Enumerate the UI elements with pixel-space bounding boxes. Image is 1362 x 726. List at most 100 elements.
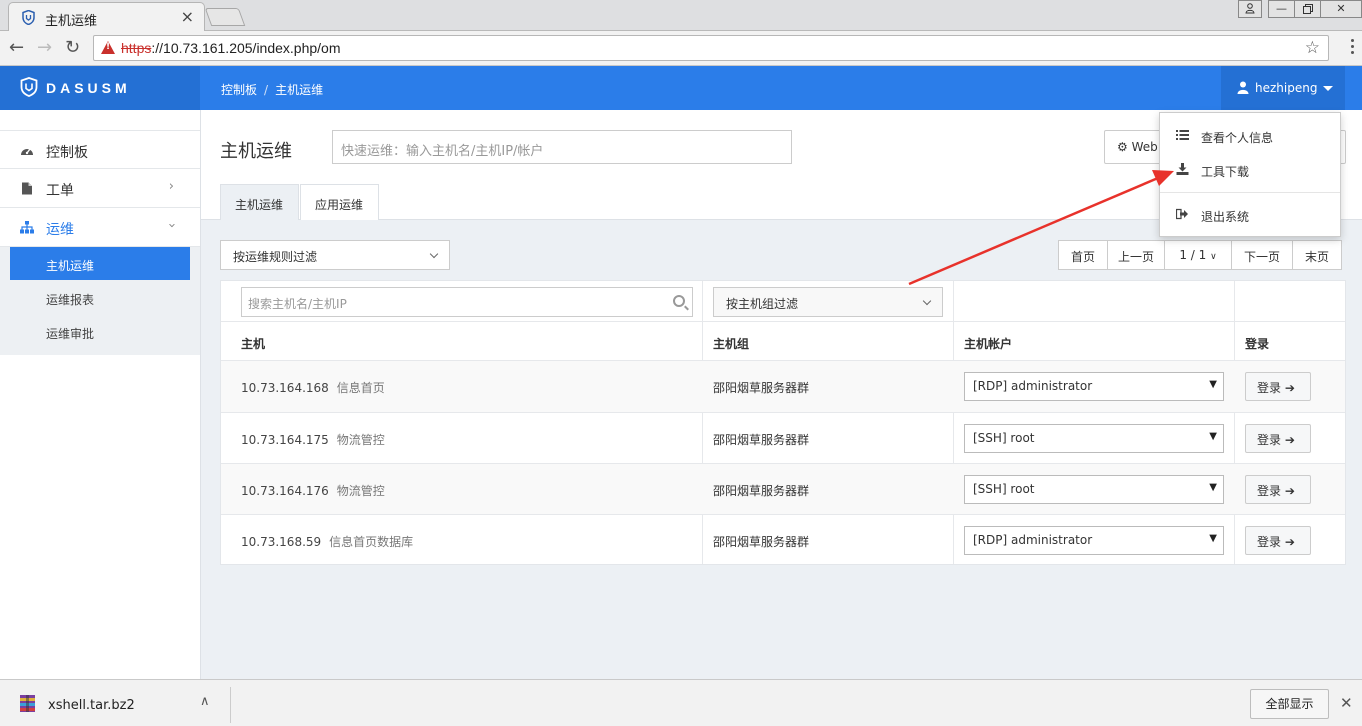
sidebar: 控制板 工单 › 运维 › 主机运维 运维报表 运维审批 [0, 110, 201, 679]
login-button[interactable]: 登录 ➔ [1245, 475, 1311, 504]
quick-ops-input[interactable]: 快速运维：输入主机名/主机IP/帐户 [332, 130, 792, 164]
sign-in-icon: ➔ [1284, 535, 1295, 549]
host-ip: 10.73.164.175 [241, 433, 329, 447]
url-bar[interactable]: ! https://10.73.161.205/index.php/om ☆ [93, 35, 1329, 61]
table-row: 10.73.164.175 物流管控 邵阳烟草服务器群 [SSH] root ▼ 登… [221, 413, 1345, 464]
minimize-button[interactable]: — [1268, 0, 1295, 18]
sidebar-item-label: 运维 [46, 222, 74, 238]
brand[interactable]: DASUSM [0, 66, 200, 110]
gear-icon: ⚙ [1117, 140, 1128, 154]
page-select[interactable]: 1 / 1 ∨ [1164, 240, 1232, 270]
new-tab-button[interactable] [204, 8, 246, 26]
menu-item-profile[interactable]: 查看个人信息 [1160, 121, 1340, 151]
sidebar-item-workorder[interactable]: 工单 › [0, 169, 200, 208]
user-dropdown-menu: 查看个人信息 工具下载 退出系统 [1159, 112, 1341, 237]
login-button[interactable]: 登录 ➔ [1245, 526, 1311, 555]
account-select[interactable]: [SSH] root ▼ [964, 475, 1224, 504]
sitemap-icon [20, 221, 34, 234]
login-button[interactable]: 登录 ➔ [1245, 372, 1311, 401]
logo-shield-icon [20, 77, 38, 97]
menu-item-label: 查看个人信息 [1201, 131, 1274, 145]
menu-item-logout[interactable]: 退出系统 [1160, 200, 1340, 230]
sidebar-item-operations[interactable]: 运维 › [0, 208, 200, 247]
column-header-host: 主机 [241, 337, 266, 351]
column-header-group: 主机组 [713, 337, 750, 351]
caret-down-icon [1323, 86, 1333, 91]
menu-divider [1160, 192, 1340, 193]
pagination: 首页 上一页 1 / 1 ∨ 下一页 末页 [1058, 240, 1342, 270]
restore-button[interactable] [1294, 0, 1321, 18]
bookmark-star-icon[interactable]: ☆ [1305, 38, 1320, 58]
menu-item-label: 工具下载 [1201, 165, 1250, 179]
page-prev-button[interactable]: 上一页 [1107, 240, 1165, 270]
profile-icon[interactable] [1238, 0, 1262, 18]
sign-in-icon: ➔ [1284, 433, 1295, 447]
close-icon[interactable]: ✕ [1340, 694, 1353, 712]
dropdown-arrow-icon: ▼ [1209, 379, 1217, 390]
list-icon [1176, 130, 1189, 140]
host-group: 邵阳烟草服务器群 [713, 433, 810, 447]
menu-item-tool-download[interactable]: 工具下载 [1160, 155, 1340, 185]
caret-down-icon: ∨ [1210, 252, 1217, 262]
user-menu-button[interactable]: hezhipeng [1221, 66, 1345, 110]
login-button[interactable]: 登录 ➔ [1245, 424, 1311, 453]
tab-host-ops[interactable]: 主机运维 [220, 184, 299, 220]
host-name: 物流管控 [336, 484, 385, 498]
web-button-label: Web [1131, 140, 1158, 154]
rule-filter-select[interactable]: 按运维规则过滤 [220, 240, 450, 270]
host-search-input[interactable]: 搜索主机名/主机IP [241, 287, 693, 317]
document-icon [22, 182, 32, 195]
breadcrumb-current: 主机运维 [275, 83, 324, 97]
chevron-right-icon: › [168, 179, 174, 194]
account-select[interactable]: [SSH] root ▼ [964, 424, 1224, 453]
host-ip: 10.73.164.176 [241, 484, 329, 498]
browser-tab-strip: 主机运维 × — ✕ [0, 0, 1362, 32]
breadcrumb: 控制板 / 主机运维 [221, 83, 324, 97]
dropdown-arrow-icon: ▼ [1209, 482, 1217, 493]
sidebar-subitem-ops-approval[interactable]: 运维审批 [10, 315, 190, 348]
sign-in-icon: ➔ [1284, 381, 1295, 395]
account-select[interactable]: [RDP] administrator ▼ [964, 526, 1224, 555]
close-window-button[interactable]: ✕ [1320, 0, 1362, 18]
browser-menu-icon[interactable] [1351, 39, 1355, 57]
sidebar-subitem-ops-report[interactable]: 运维报表 [10, 281, 190, 314]
reload-icon[interactable]: ↻ [65, 37, 80, 58]
back-icon[interactable]: ← [9, 37, 24, 58]
page-next-button[interactable]: 下一页 [1231, 240, 1293, 270]
download-file-name[interactable]: xshell.tar.bz2 [48, 698, 135, 713]
address-toolbar: ← → ↻ ! https://10.73.161.205/index.php/… [0, 31, 1362, 66]
browser-tab[interactable]: 主机运维 × [8, 2, 205, 32]
rule-filter-label: 按运维规则过滤 [233, 250, 318, 264]
search-icon [673, 295, 685, 307]
app-header: DASUSM 控制板 / 主机运维 hezhipeng [0, 66, 1362, 110]
show-all-downloads-button[interactable]: 全部显示 [1250, 689, 1329, 719]
shield-icon [22, 10, 35, 25]
page-first-button[interactable]: 首页 [1058, 240, 1108, 270]
download-bar: xshell.tar.bz2 ∧ 全部显示 ✕ [0, 679, 1362, 726]
sidebar-submenu: 主机运维 运维报表 运维审批 [0, 247, 200, 355]
page-last-button[interactable]: 末页 [1292, 240, 1342, 270]
host-name: 信息首页数据库 [329, 535, 414, 549]
close-tab-icon[interactable]: × [181, 7, 194, 26]
host-name: 信息首页 [336, 381, 385, 395]
account-select[interactable]: [RDP] administrator ▼ [964, 372, 1224, 401]
forward-icon[interactable]: → [37, 37, 52, 58]
host-ip: 10.73.168.59 [241, 535, 322, 549]
table-row: 10.73.164.168 信息首页 邵阳烟草服务器群 [RDP] adminis… [221, 361, 1345, 412]
host-group: 邵阳烟草服务器群 [713, 484, 810, 498]
archive-file-icon [20, 695, 35, 712]
host-table: 搜索主机名/主机IP 按主机组过滤 主机 主机组 主机帐户 登录 10.73.1… [220, 280, 1346, 565]
sidebar-subitem-host-ops[interactable]: 主机运维 [10, 247, 190, 280]
page-title: 主机运维 [220, 141, 292, 162]
host-group-filter-select[interactable]: 按主机组过滤 [713, 287, 943, 317]
chevron-up-icon[interactable]: ∧ [200, 694, 210, 709]
dropdown-arrow-icon: ▼ [1209, 533, 1217, 544]
user-icon [1237, 81, 1249, 94]
sidebar-item-dashboard[interactable]: 控制板 [0, 130, 200, 169]
tab-app-ops[interactable]: 应用运维 [300, 184, 379, 220]
breadcrumb-dashboard[interactable]: 控制板 [221, 83, 257, 97]
menu-item-label: 退出系统 [1201, 210, 1250, 224]
chevron-down-icon [922, 296, 932, 306]
dashboard-icon [21, 148, 33, 155]
column-header-login: 登录 [1245, 337, 1270, 351]
